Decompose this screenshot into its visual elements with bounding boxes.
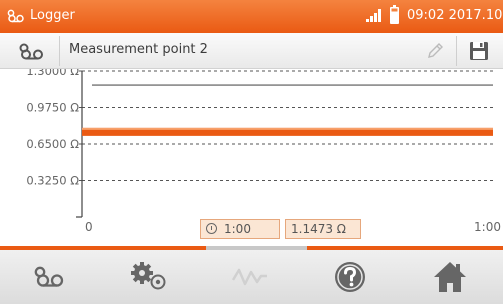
y-tick-label: 0.6500 Ω — [26, 137, 79, 151]
y-tick-label: 1.3000 Ω — [26, 69, 79, 78]
logger-icon — [19, 43, 43, 60]
logger-icon — [7, 9, 24, 23]
logger-chart: 1.3000 Ω 0.9750 Ω 0.6500 Ω 0.3250 Ω 0 1:00 — [0, 64, 503, 243]
floppy-disk-icon — [470, 42, 488, 60]
waveform-icon — [232, 268, 267, 286]
chart-plot: 1.3000 Ω 0.9750 Ω 0.6500 Ω 0.3250 Ω 0 1:00 — [26, 64, 501, 234]
logger-button[interactable] — [4, 36, 60, 66]
time-readout-value: 1:00 — [224, 222, 251, 236]
help-button[interactable] — [300, 250, 400, 304]
help-icon — [335, 262, 365, 292]
waveform-button[interactable] — [200, 250, 300, 304]
clock-icon — [206, 223, 217, 234]
logger-icon — [34, 266, 64, 287]
battery-icon — [390, 5, 399, 24]
home-icon — [434, 262, 466, 292]
logger-tab-button[interactable] — [0, 250, 100, 304]
status-bar: Logger 09:02 2017.10.27 — [0, 0, 503, 33]
signal-strength-icon — [366, 9, 381, 22]
pencil-icon[interactable] — [425, 41, 445, 61]
x-tick-label: 1:00 — [474, 220, 501, 234]
time-readout: 1:00 — [200, 219, 280, 239]
resistance-readout-value: 1.1473 Ω — [291, 222, 346, 236]
measurement-point-name: Measurement point 2 — [69, 42, 208, 57]
x-tick-label: 0 — [85, 220, 93, 234]
y-tick-label: 0.9750 Ω — [26, 101, 79, 115]
settings-button[interactable] — [100, 250, 200, 304]
bottom-toolbar — [0, 250, 503, 304]
app-title: Logger — [30, 8, 75, 23]
home-button[interactable] — [400, 250, 500, 304]
resistance-readout: 1.1473 Ω — [285, 219, 361, 239]
clock-readout: 09:02 2017.10.27 — [407, 8, 503, 23]
save-button[interactable] — [456, 36, 500, 66]
settings-icon — [131, 262, 166, 290]
measurement-header: Measurement point 2 — [0, 33, 503, 69]
y-tick-label: 0.3250 Ω — [26, 174, 79, 188]
